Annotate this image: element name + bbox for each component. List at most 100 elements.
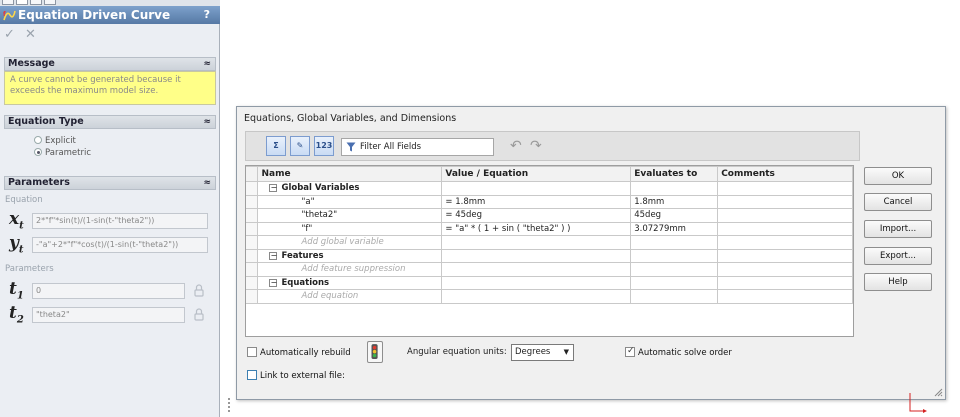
table-row[interactable]: "f" = "a" * ( 1 + sin ( "theta2" ) ) 3.0… bbox=[246, 221, 853, 236]
row-selector bbox=[246, 235, 259, 250]
auto-solve-checkbox[interactable]: Automatic solve order bbox=[625, 346, 732, 358]
radio-on-icon bbox=[34, 148, 42, 156]
message-section-header[interactable]: Message ≈ bbox=[4, 57, 216, 71]
column-header-name[interactable]: Name bbox=[257, 166, 443, 182]
property-manager-title: f Equation Driven Curve ? bbox=[0, 6, 220, 24]
checkbox-checked-icon bbox=[625, 346, 635, 357]
t1-symbol: t1 bbox=[9, 279, 24, 302]
row-value[interactable]: = 1.8mm bbox=[441, 194, 632, 209]
link-external-label: Link to external file: bbox=[260, 371, 345, 381]
parameters-section-header[interactable]: Parameters ≈ bbox=[4, 176, 216, 190]
group-row-equations: − Equations bbox=[246, 275, 853, 290]
t2-symbol: t2 bbox=[9, 303, 24, 326]
column-header-value[interactable]: Value / Equation bbox=[441, 166, 632, 182]
dim-expert-tab[interactable] bbox=[44, 0, 56, 5]
explicit-radio[interactable]: Explicit bbox=[34, 136, 76, 146]
equation-type-header-label: Equation Type bbox=[8, 116, 84, 127]
collapse-chevron-icon[interactable]: ≈ bbox=[203, 177, 211, 189]
parametric-radio[interactable]: Parametric bbox=[34, 148, 91, 158]
table-row[interactable]: "a" = 1.8mm 1.8mm bbox=[246, 194, 853, 209]
redo-icon[interactable]: ↷ bbox=[530, 139, 542, 153]
auto-rebuild-checkbox[interactable]: Automatically rebuild bbox=[247, 347, 351, 358]
feature-manager-tab[interactable] bbox=[2, 0, 14, 5]
t2-field[interactable]: "theta2" bbox=[32, 307, 185, 323]
row-comments[interactable] bbox=[717, 194, 853, 209]
checkmark-icon[interactable]: ✓ bbox=[4, 27, 15, 42]
add-feature-suppression-row[interactable]: Add feature suppression bbox=[246, 262, 853, 277]
row-selector bbox=[246, 248, 259, 263]
add-feature-suppression-placeholder[interactable]: Add feature suppression bbox=[257, 262, 443, 277]
lock-icon[interactable] bbox=[194, 284, 204, 297]
collapse-chevron-icon[interactable]: ≈ bbox=[203, 116, 211, 128]
checkbox-unchecked-icon bbox=[247, 347, 257, 357]
group-label[interactable]: − Global Variables bbox=[257, 181, 443, 196]
column-header-comments[interactable]: Comments bbox=[717, 166, 853, 182]
dropdown-arrow-icon: ▼ bbox=[563, 348, 569, 356]
table-row[interactable]: "theta2" = 45deg 45deg bbox=[246, 208, 853, 223]
cancel-button[interactable]: Cancel bbox=[864, 193, 932, 211]
property-manager-tab[interactable] bbox=[16, 0, 28, 5]
collapse-chevron-icon[interactable]: ≈ bbox=[203, 58, 211, 70]
group-row-features: − Features bbox=[246, 248, 853, 263]
equation-type-section-header[interactable]: Equation Type ≈ bbox=[4, 115, 216, 129]
row-comments[interactable] bbox=[717, 208, 853, 223]
group-label[interactable]: − Equations bbox=[257, 275, 443, 290]
row-evaluates: 3.07279mm bbox=[630, 221, 719, 236]
dimension-view-button[interactable]: 123 bbox=[314, 136, 334, 156]
message-text-line-1: A curve cannot be generated because it bbox=[10, 75, 181, 85]
add-global-variable-row[interactable]: Add global variable bbox=[246, 235, 853, 250]
add-equation-row[interactable]: Add equation bbox=[246, 289, 853, 304]
config-manager-tab[interactable] bbox=[30, 0, 42, 5]
dialog-resize-grip-icon[interactable] bbox=[933, 387, 943, 397]
equation-view-button[interactable]: Σ bbox=[266, 136, 286, 156]
export-button[interactable]: Export... bbox=[864, 247, 932, 265]
group-row-global-variables: − Global Variables bbox=[246, 181, 853, 196]
parameters-header-label: Parameters bbox=[8, 177, 70, 188]
row-name[interactable]: "theta2" bbox=[257, 208, 443, 223]
panel-resize-grip-icon[interactable] bbox=[226, 396, 232, 416]
yt-symbol: yt bbox=[9, 233, 24, 256]
xt-symbol: xt bbox=[9, 209, 24, 232]
collapse-minus-icon[interactable]: − bbox=[269, 184, 278, 193]
row-comments[interactable] bbox=[717, 221, 853, 236]
rebuild-traffic-light-icon[interactable] bbox=[367, 341, 383, 363]
equations-dialog: Equations, Global Variables, and Dimensi… bbox=[236, 106, 946, 400]
parametric-radio-label: Parametric bbox=[45, 148, 92, 158]
angular-units-select[interactable]: Degrees ▼ bbox=[511, 344, 574, 361]
checkbox-unchecked-icon bbox=[247, 370, 257, 380]
import-button[interactable]: Import... bbox=[864, 220, 932, 238]
row-name[interactable]: "a" bbox=[257, 194, 443, 209]
help-button[interactable]: Help bbox=[864, 273, 932, 291]
angular-units-label: Angular equation units: bbox=[407, 347, 507, 357]
sketch-equation-view-button[interactable]: ✎ bbox=[290, 136, 310, 156]
close-icon[interactable]: ✕ bbox=[25, 27, 36, 42]
add-equation-placeholder[interactable]: Add equation bbox=[257, 289, 443, 304]
yt-equation-field[interactable]: -"a"+2*"f"*cos(t)/(1-sin(t-"theta2")) bbox=[32, 237, 208, 253]
group-label[interactable]: − Features bbox=[257, 248, 443, 263]
filter-input[interactable]: Filter All Fields bbox=[341, 138, 494, 156]
undo-icon[interactable]: ↶ bbox=[510, 139, 522, 153]
row-evaluates: 45deg bbox=[630, 208, 719, 223]
help-icon[interactable]: ? bbox=[204, 6, 210, 24]
parameters-label: Parameters bbox=[5, 264, 54, 274]
xt-equation-field[interactable]: 2*"f"*sin(t)/(1-sin(t-"theta2")) bbox=[32, 213, 208, 229]
row-selector bbox=[246, 166, 259, 182]
equation-curve-icon: f bbox=[3, 10, 16, 21]
column-header-evaluates[interactable]: Evaluates to bbox=[630, 166, 719, 182]
row-value[interactable]: = 45deg bbox=[441, 208, 632, 223]
row-value[interactable]: = "a" * ( 1 + sin ( "theta2" ) ) bbox=[441, 221, 632, 236]
angular-units-value: Degrees bbox=[515, 347, 551, 357]
filter-input-text: Filter All Fields bbox=[360, 142, 422, 152]
lock-icon[interactable] bbox=[194, 308, 204, 321]
row-selector bbox=[246, 208, 259, 223]
t1-field[interactable]: 0 bbox=[32, 283, 185, 299]
equations-table: Name Value / Equation Evaluates to Comme… bbox=[245, 165, 854, 337]
auto-solve-label: Automatic solve order bbox=[638, 348, 732, 358]
add-global-variable-placeholder[interactable]: Add global variable bbox=[257, 235, 443, 250]
ok-button[interactable]: OK bbox=[864, 167, 932, 185]
row-selector bbox=[246, 262, 259, 277]
collapse-minus-icon[interactable]: − bbox=[269, 251, 278, 260]
collapse-minus-icon[interactable]: − bbox=[269, 278, 278, 287]
row-name[interactable]: "f" bbox=[257, 221, 443, 236]
link-external-checkbox[interactable]: Link to external file: bbox=[247, 370, 345, 381]
